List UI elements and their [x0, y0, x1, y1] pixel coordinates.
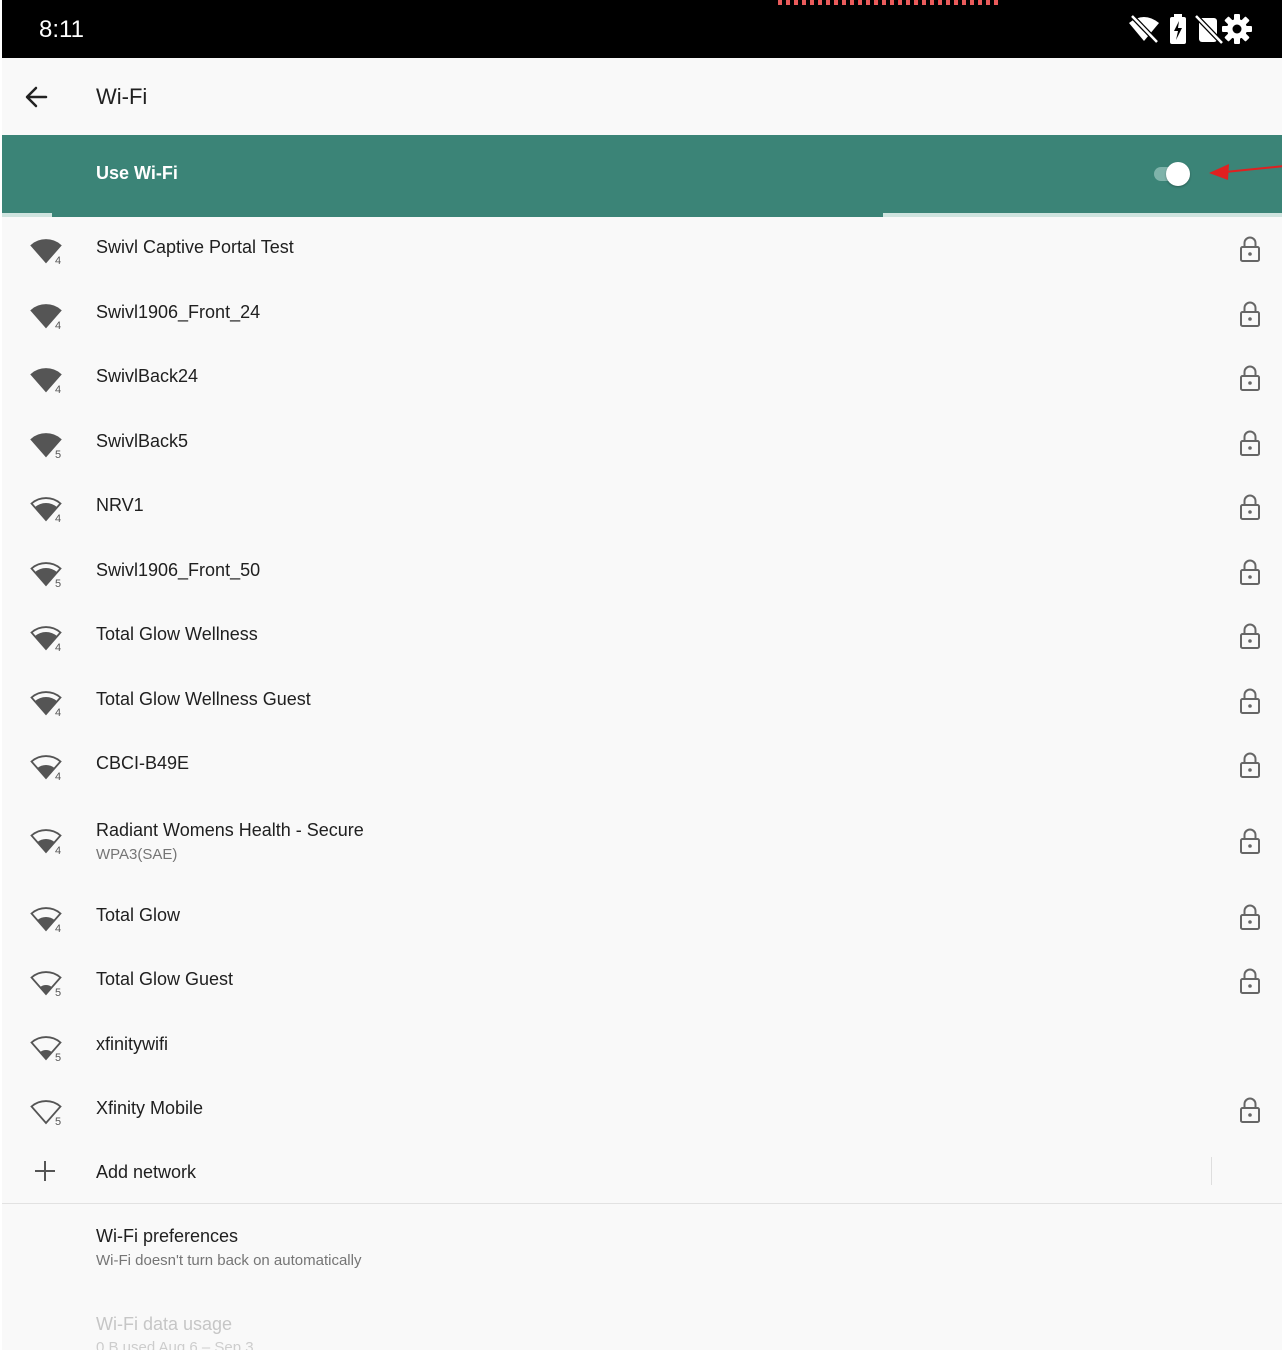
back-button[interactable] [20, 80, 54, 114]
plus-icon [35, 1161, 55, 1181]
wifi-signal-icon: 4 [30, 755, 62, 781]
lock-icon [1240, 968, 1260, 994]
band-label: 4 [55, 513, 61, 523]
page-title: Wi-Fi [96, 84, 148, 109]
network-security-type: WPA3(SAE) [96, 845, 178, 863]
network-row[interactable]: 5 Xfinity Mobile [2, 1078, 1282, 1143]
vertical-divider [1211, 1157, 1212, 1185]
network-row[interactable]: 4 Total Glow [2, 885, 1282, 950]
band-label: 4 [55, 255, 61, 265]
network-name: Swivl1906_Front_50 [96, 559, 261, 580]
network-name: Total Glow Guest [96, 969, 234, 989]
use-wifi-toggle[interactable] [1152, 162, 1192, 186]
network-list: 4 Swivl Captive Portal Test 4 Swivl1906_Fro… [2, 217, 1282, 1143]
app-bar: Wi-Fi [2, 58, 1282, 135]
wifi-signal-icon: 5 [30, 432, 62, 459]
network-name: SwivlBack24 [96, 366, 199, 386]
wifi-preferences-row[interactable]: Wi-Fi preferences Wi-Fi doesn't turn bac… [2, 1206, 1282, 1286]
band-label: 5 [55, 578, 61, 588]
wifi-data-usage-title: Wi-Fi data usage [96, 1314, 233, 1334]
section-divider [2, 1203, 1282, 1204]
wifi-signal-icon: 4 [30, 906, 62, 933]
wifi-signal-icon: 4 [30, 828, 62, 855]
network-name: CBCI-B49E [96, 753, 190, 773]
network-row[interactable]: 4 NRV1 [2, 475, 1282, 540]
wifi-signal-icon: 4 [30, 303, 62, 330]
lock-icon [1240, 236, 1260, 262]
band-label: 4 [55, 320, 61, 330]
network-row[interactable]: 4 SwivlBack24 [2, 346, 1282, 411]
lock-icon [1240, 365, 1260, 391]
status-time: 8:11 [39, 16, 84, 43]
network-row[interactable]: 4 CBCI-B49E [2, 733, 1282, 798]
lock-icon [1240, 430, 1260, 456]
wifi-signal-icon: 5 [30, 971, 62, 997]
band-label: 5 [55, 987, 61, 997]
alarm-off-icon [1194, 14, 1224, 44]
wifi-data-usage-subtitle: 0 B used Aug 6 – Sep 3 [96, 1339, 254, 1350]
wifi-signal-icon: 4 [30, 239, 62, 265]
wifi-signal-icon: 4 [30, 626, 62, 652]
network-row[interactable]: 5 xfinitywifi [2, 1014, 1282, 1079]
wifi-signal-icon: 4 [30, 368, 62, 394]
network-name: Xfinity Mobile [96, 1098, 204, 1118]
band-label: 4 [55, 707, 61, 717]
wifi-preferences-subtitle: Wi-Fi doesn't turn back on automatically [96, 1252, 362, 1269]
status-decoration [778, 0, 1002, 5]
lock-icon [1240, 904, 1260, 930]
lock-icon [1240, 494, 1260, 520]
screen: 8:11 Wi-Fi Use Wi-Fi 4 Swivl Captive Por… [2, 0, 1282, 1350]
network-name: xfinitywifi [96, 1033, 169, 1054]
band-label: 4 [55, 384, 61, 394]
wifi-signal-icon: 5 [30, 1035, 62, 1062]
network-row[interactable]: 5 SwivlBack5 [2, 411, 1282, 476]
band-label: 4 [55, 642, 61, 652]
lock-icon [1240, 623, 1260, 649]
band-label: 4 [55, 771, 61, 781]
wifi-signal-icon: 4 [30, 497, 62, 523]
status-bar: 8:11 [2, 0, 1282, 58]
band-label: 4 [55, 845, 61, 855]
lock-icon [1240, 1097, 1260, 1123]
network-name: Radiant Womens Health - Secure [96, 819, 364, 840]
annotation-arrow-icon [1209, 164, 1282, 180]
use-wifi-bar[interactable]: Use Wi-Fi [2, 135, 1282, 213]
lock-icon [1240, 301, 1260, 327]
network-name: Swivl1906_Front_24 [96, 301, 261, 322]
use-wifi-label: Use Wi-Fi [96, 163, 178, 183]
wifi-signal-icon: 5 [30, 561, 62, 588]
wifi-data-usage-row: Wi-Fi data usage 0 B used Aug 6 – Sep 3 [2, 1296, 1282, 1350]
lock-icon [1240, 688, 1260, 714]
lock-icon [1240, 828, 1260, 854]
battery-charging-icon [1170, 14, 1186, 44]
network-row[interactable]: 4 Total Glow Wellness [2, 604, 1282, 669]
wifi-signal-icon: 4 [30, 690, 62, 717]
toggle-thumb [1166, 162, 1190, 186]
network-name: NRV1 [96, 495, 144, 515]
add-network-label: Add network [96, 1162, 197, 1182]
network-name: Total Glow [96, 904, 181, 925]
band-label: 5 [55, 1116, 61, 1126]
network-row[interactable]: 4 Total Glow Wellness Guest [2, 669, 1282, 734]
wifi-off-icon [1129, 14, 1159, 44]
network-name: Total Glow Wellness [96, 624, 258, 644]
network-name: Swivl Captive Portal Test [96, 237, 294, 257]
settings-gear-icon [1222, 14, 1252, 44]
add-network-row[interactable]: Add network [2, 1140, 1282, 1204]
network-row[interactable]: 4 Radiant Womens Health - Secure WPA3(SAE) [2, 798, 1282, 885]
network-row[interactable]: 4 Swivl1906_Front_24 [2, 282, 1282, 347]
network-row[interactable]: 5 Swivl1906_Front_50 [2, 540, 1282, 605]
wifi-signal-icon: 5 [30, 1100, 62, 1126]
wifi-preferences-title: Wi-Fi preferences [96, 1226, 239, 1246]
band-label: 5 [55, 449, 61, 459]
lock-icon [1240, 752, 1260, 778]
network-row[interactable]: 4 Swivl Captive Portal Test [2, 217, 1282, 282]
arrow-back-icon [25, 86, 48, 108]
network-name: SwivlBack5 [96, 430, 189, 451]
network-name: Total Glow Wellness Guest [96, 688, 311, 709]
lock-icon [1240, 559, 1260, 585]
network-row[interactable]: 5 Total Glow Guest [2, 949, 1282, 1014]
band-label: 5 [55, 1052, 61, 1062]
band-label: 4 [55, 923, 61, 933]
